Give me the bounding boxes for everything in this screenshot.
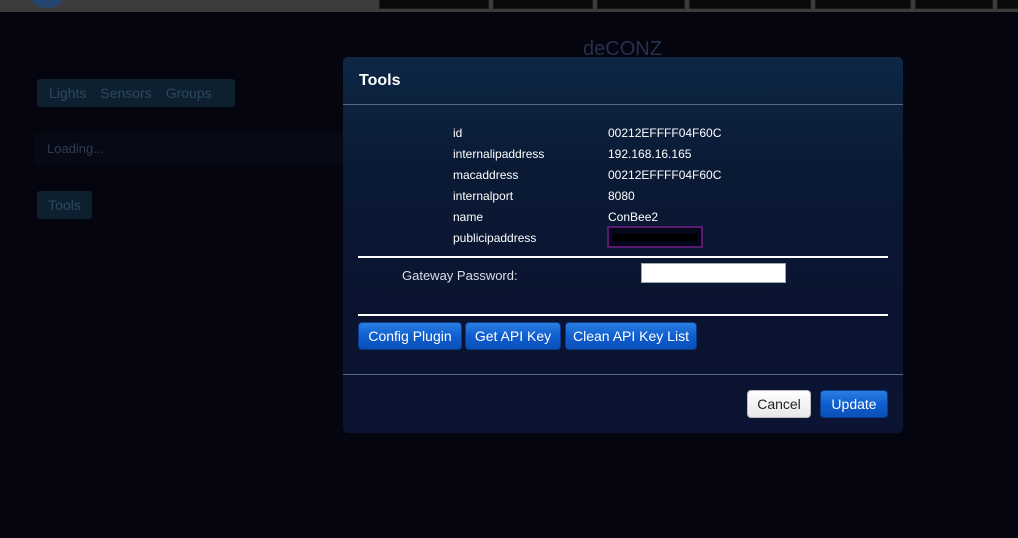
- tools-button[interactable]: Tools: [37, 191, 92, 219]
- info-value: ConBee2: [608, 210, 659, 224]
- dialog-title: Tools: [359, 72, 401, 89]
- section-divider: [358, 314, 888, 316]
- loading-text: Loading...: [35, 133, 345, 165]
- gateway-password-label: Gateway Password:: [402, 268, 518, 283]
- info-value: 00212EFFFF04F60C: [608, 168, 722, 182]
- nav-item-sensors[interactable]: Sensors: [100, 85, 151, 101]
- logo: [30, 0, 64, 8]
- top-menu-button[interactable]: [689, 0, 811, 9]
- top-menu-button[interactable]: [379, 0, 489, 9]
- info-value: 8080: [608, 189, 635, 203]
- main-nav: Lights Sensors Groups: [37, 79, 235, 107]
- update-button[interactable]: Update: [820, 390, 888, 418]
- info-value: 192.168.16.165: [608, 147, 692, 161]
- top-menu-button[interactable]: [997, 0, 1018, 9]
- tools-dialog: Tools id 00212EFFFF04F60C internalipaddr…: [343, 57, 903, 433]
- get-api-key-button[interactable]: Get API Key: [465, 322, 561, 350]
- info-key: internalipaddress: [453, 147, 545, 161]
- top-bar: [0, 0, 1018, 12]
- top-menu-button[interactable]: [915, 0, 993, 9]
- info-key: name: [453, 210, 484, 224]
- top-menu-button[interactable]: [597, 0, 685, 9]
- footer-divider: [343, 374, 903, 375]
- info-key: internalport: [453, 189, 514, 203]
- top-menu-button[interactable]: [493, 0, 593, 9]
- clean-api-key-list-button[interactable]: Clean API Key List: [565, 322, 697, 350]
- header-divider: [343, 104, 903, 105]
- nav-item-lights[interactable]: Lights: [49, 85, 86, 101]
- config-plugin-button[interactable]: Config Plugin: [358, 322, 462, 350]
- gateway-password-input[interactable]: [641, 263, 786, 283]
- redacted-value: [607, 226, 703, 248]
- top-menu-button[interactable]: [815, 0, 911, 9]
- info-key: macaddress: [453, 168, 519, 182]
- info-value: 00212EFFFF04F60C: [608, 126, 722, 140]
- cancel-button[interactable]: Cancel: [747, 390, 811, 418]
- section-divider: [358, 256, 888, 258]
- info-key: id: [453, 126, 463, 140]
- info-key: publicipaddress: [453, 231, 537, 245]
- nav-item-groups[interactable]: Groups: [166, 85, 212, 101]
